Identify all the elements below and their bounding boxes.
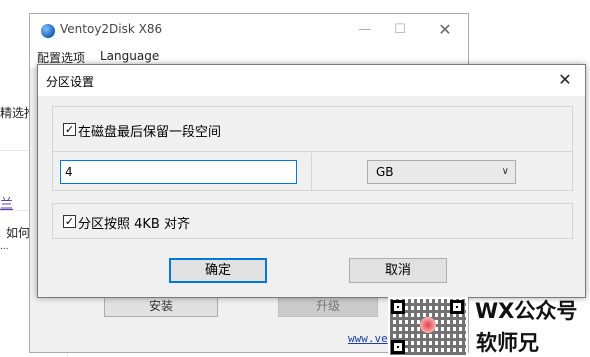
install-button[interactable]: 安装 [104,295,218,317]
website-link[interactable]: www.ve [348,332,388,345]
reserve-space-panel: ✓ 在磁盘最后保留一段空间 [52,106,573,152]
size-unit-select[interactable]: GB ∨ [367,160,516,184]
ventoy-app-icon [41,24,55,38]
window-title: Ventoy2Disk X86 [60,22,163,36]
align-4kb-checkbox[interactable]: ✓ [63,215,76,228]
watermark-line-1: WX公众号 [475,299,578,323]
maximize-icon[interactable]: ☐ [385,20,415,40]
update-button[interactable]: 升级 [278,295,378,317]
page-text-fragment: 如何 [6,226,31,240]
cancel-button[interactable]: 取消 [349,258,447,283]
reserve-space-checkbox[interactable]: ✓ [63,123,76,136]
dialog-close-icon[interactable]: ✕ [553,69,577,91]
page-text-fragment: ... [0,242,9,252]
ok-button[interactable]: 确定 [169,258,267,283]
chevron-down-icon: ∨ [501,166,509,177]
align-4kb-label: 分区按照 4KB 对齐 [78,217,190,232]
window-titlebar: Ventoy2Disk X86 — ☐ ✕ [30,14,468,46]
partition-settings-dialog: 分区设置 ✕ ✓ 在磁盘最后保留一段空间 4 GB ∨ ✓ 分区按照 4KB 对… [37,64,586,298]
close-icon[interactable]: ✕ [430,20,460,40]
qr-code-image [388,297,468,357]
watermark-line-2: 软师兄 [476,331,539,355]
qr-logo-icon [420,317,436,333]
dialog-titlebar: 分区设置 ✕ [38,65,585,96]
alignment-panel: ✓ 分区按照 4KB 对齐 [52,203,573,239]
size-unit-value: GB [376,165,394,179]
size-panel-divider [311,153,312,190]
reserve-size-input[interactable]: 4 [60,160,297,184]
page-divider [0,210,29,211]
page-divider [0,150,29,151]
reserve-space-label: 在磁盘最后保留一段空间 [78,125,222,140]
minimize-icon[interactable]: — [350,20,380,40]
dialog-title: 分区设置 [46,75,95,89]
menu-language[interactable]: Language [100,49,159,63]
